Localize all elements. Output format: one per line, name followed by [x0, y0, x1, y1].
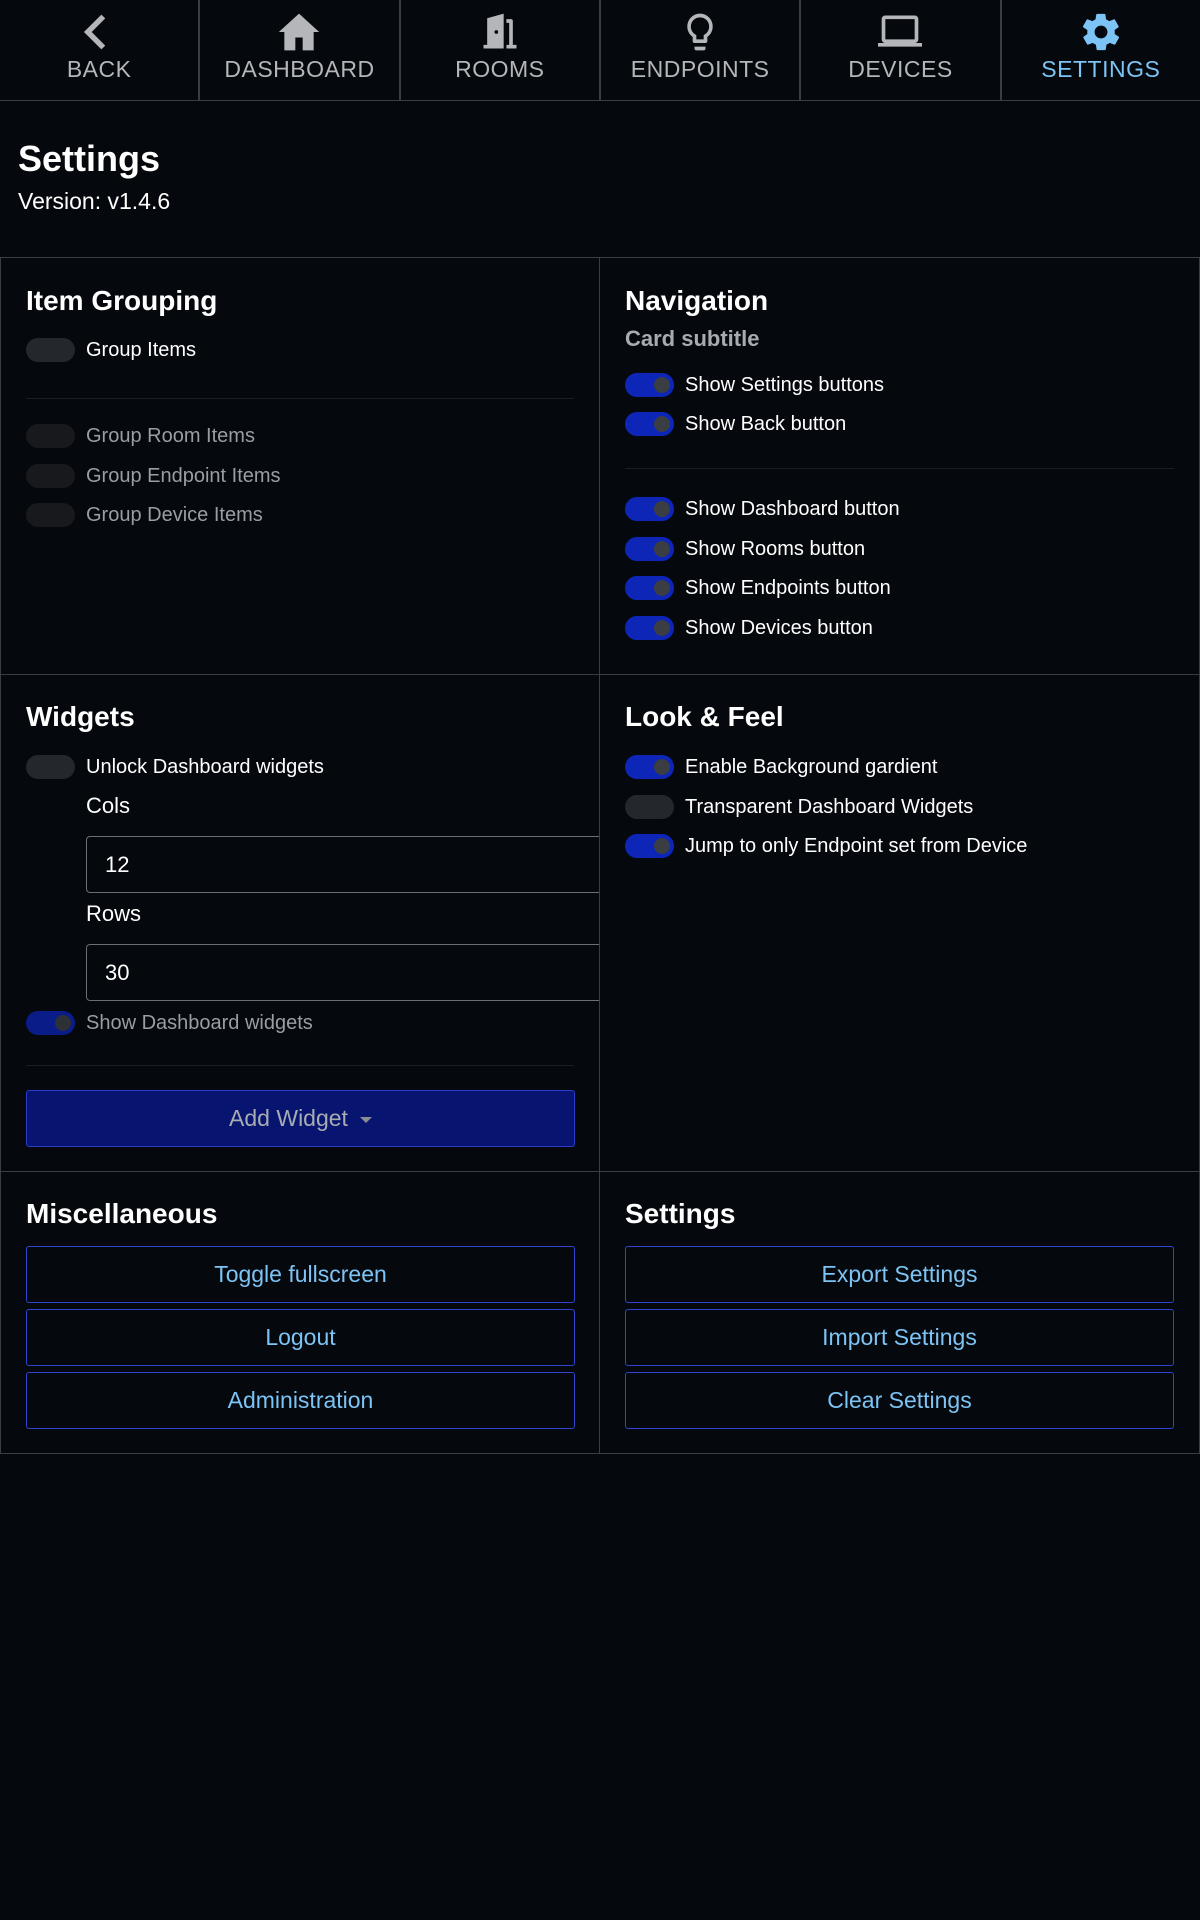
show-settings-buttons-row: Show Settings buttons	[625, 370, 884, 400]
group-device-items-label: Group Device Items	[86, 503, 263, 526]
show-devices-button-toggle[interactable]	[625, 616, 674, 640]
group-endpoint-items-row: Group Endpoint Items	[26, 461, 281, 491]
logout-button[interactable]: Logout	[26, 1309, 575, 1366]
caret-down-icon	[359, 1116, 372, 1123]
chevron-left-icon	[76, 10, 122, 54]
nav-dashboard[interactable]: DASHBOARD	[200, 0, 401, 100]
background-gradient-label: Enable Background gardient	[685, 755, 938, 778]
show-dashboard-button-toggle[interactable]	[625, 497, 674, 521]
transparent-widgets-row: Transparent Dashboard Widgets	[625, 792, 973, 822]
monitor-icon	[877, 10, 923, 54]
nav-endpoints[interactable]: ENDPOINTS	[601, 0, 802, 100]
door-icon	[477, 10, 523, 54]
export-settings-button[interactable]: Export Settings	[625, 1246, 1174, 1303]
show-endpoints-button-label: Show Endpoints button	[685, 576, 891, 599]
cols-label: Cols	[86, 793, 131, 818]
item-grouping-title: Item Grouping	[26, 285, 218, 316]
widgets-card: Widgets Unlock Dashboard widgets Cols Ro…	[0, 674, 636, 1172]
group-items-row: Group Items	[26, 335, 196, 365]
nav-settings-label: SETTINGS	[1041, 56, 1161, 82]
show-devices-button-row: Show Devices button	[625, 613, 873, 643]
lightbulb-icon	[677, 10, 723, 54]
group-room-items-toggle[interactable]	[26, 424, 75, 448]
administration-button[interactable]: Administration	[26, 1372, 575, 1429]
miscellaneous-title: Miscellaneous	[26, 1198, 218, 1229]
group-device-items-toggle[interactable]	[26, 503, 75, 527]
show-devices-button-label: Show Devices button	[685, 616, 873, 639]
unlock-widgets-label: Unlock Dashboard widgets	[86, 755, 324, 778]
settings-management-title: Settings	[625, 1198, 736, 1229]
show-back-button-label: Show Back button	[685, 412, 847, 435]
rows-label: Rows	[86, 901, 142, 926]
group-items-label: Group Items	[86, 338, 197, 361]
nav-settings[interactable]: SETTINGS	[1002, 0, 1200, 100]
nav-devices-label: DEVICES	[848, 56, 953, 82]
item-grouping-card: Item Grouping Group Items Group Room Ite…	[0, 257, 600, 675]
nav-back[interactable]: BACK	[0, 0, 201, 100]
top-nav-bar: BACK DASHBOARD ROOMS ENDPOINTS DEVICES S…	[0, 0, 1200, 101]
transparent-widgets-label: Transparent Dashboard Widgets	[685, 795, 974, 818]
group-items-toggle[interactable]	[26, 338, 75, 362]
group-device-items-row: Group Device Items	[26, 500, 263, 530]
nav-rooms-label: ROOMS	[455, 56, 545, 82]
navigation-subtitle: Card subtitle	[625, 326, 760, 351]
miscellaneous-card: Miscellaneous Toggle fullscreen Logout A…	[0, 1171, 600, 1454]
show-widgets-row: Show Dashboard widgets	[26, 1008, 313, 1038]
group-room-items-row: Group Room Items	[26, 421, 255, 451]
show-rooms-button-row: Show Rooms button	[625, 534, 865, 564]
widgets-divider	[26, 1065, 574, 1066]
show-endpoints-button-toggle[interactable]	[625, 576, 674, 600]
show-widgets-label: Show Dashboard widgets	[86, 1011, 313, 1034]
look-feel-title: Look & Feel	[625, 701, 784, 732]
group-room-items-label: Group Room Items	[86, 424, 255, 447]
nav-devices[interactable]: DEVICES	[801, 0, 1002, 100]
show-rooms-button-label: Show Rooms button	[685, 537, 866, 560]
group-endpoint-items-toggle[interactable]	[26, 464, 75, 488]
show-rooms-button-toggle[interactable]	[625, 537, 674, 561]
unlock-widgets-row: Unlock Dashboard widgets	[26, 752, 324, 782]
transparent-widgets-toggle[interactable]	[625, 795, 674, 819]
widgets-title: Widgets	[26, 701, 135, 732]
show-back-button-toggle[interactable]	[625, 412, 674, 436]
show-dashboard-button-label: Show Dashboard button	[685, 497, 900, 520]
page-title: Settings	[18, 138, 161, 179]
home-icon	[276, 10, 322, 54]
background-gradient-toggle[interactable]	[625, 755, 674, 779]
jump-endpoint-row: Jump to only Endpoint set from Device	[625, 831, 1027, 861]
item-grouping-divider	[26, 398, 574, 399]
gear-icon	[1078, 10, 1124, 54]
navigation-card: Navigation Card subtitle Show Settings b…	[599, 257, 1200, 675]
unlock-widgets-toggle[interactable]	[26, 755, 75, 779]
rows-input[interactable]	[86, 944, 636, 1001]
navigation-title: Navigation	[625, 285, 769, 316]
look-feel-card: Look & Feel Enable Background gardient T…	[599, 674, 1200, 1172]
nav-endpoints-label: ENDPOINTS	[630, 56, 770, 82]
nav-dashboard-label: DASHBOARD	[224, 56, 375, 82]
toggle-fullscreen-button[interactable]: Toggle fullscreen	[26, 1246, 575, 1303]
show-endpoints-button-row: Show Endpoints button	[625, 573, 891, 603]
show-back-button-row: Show Back button	[625, 409, 846, 439]
jump-endpoint-label: Jump to only Endpoint set from Device	[685, 834, 1028, 857]
show-dashboard-button-row: Show Dashboard button	[625, 494, 900, 524]
nav-back-label: BACK	[66, 56, 132, 82]
show-settings-buttons-label: Show Settings buttons	[685, 373, 885, 396]
show-widgets-toggle[interactable]	[26, 1011, 75, 1035]
group-endpoint-items-label: Group Endpoint Items	[86, 464, 281, 487]
navigation-divider	[625, 468, 1174, 469]
nav-rooms[interactable]: ROOMS	[401, 0, 601, 100]
jump-endpoint-toggle[interactable]	[625, 834, 674, 858]
import-settings-button[interactable]: Import Settings	[625, 1309, 1174, 1366]
background-gradient-row: Enable Background gardient	[625, 752, 937, 782]
version-text: Version: v1.4.6	[18, 188, 171, 214]
settings-management-card: Settings Export Settings Import Settings…	[599, 1171, 1200, 1454]
add-widget-label: Add Widget	[229, 1105, 348, 1131]
show-settings-buttons-toggle[interactable]	[625, 373, 674, 397]
cols-input[interactable]	[86, 836, 636, 893]
add-widget-button[interactable]: Add Widget	[26, 1090, 575, 1147]
clear-settings-button[interactable]: Clear Settings	[625, 1372, 1174, 1429]
